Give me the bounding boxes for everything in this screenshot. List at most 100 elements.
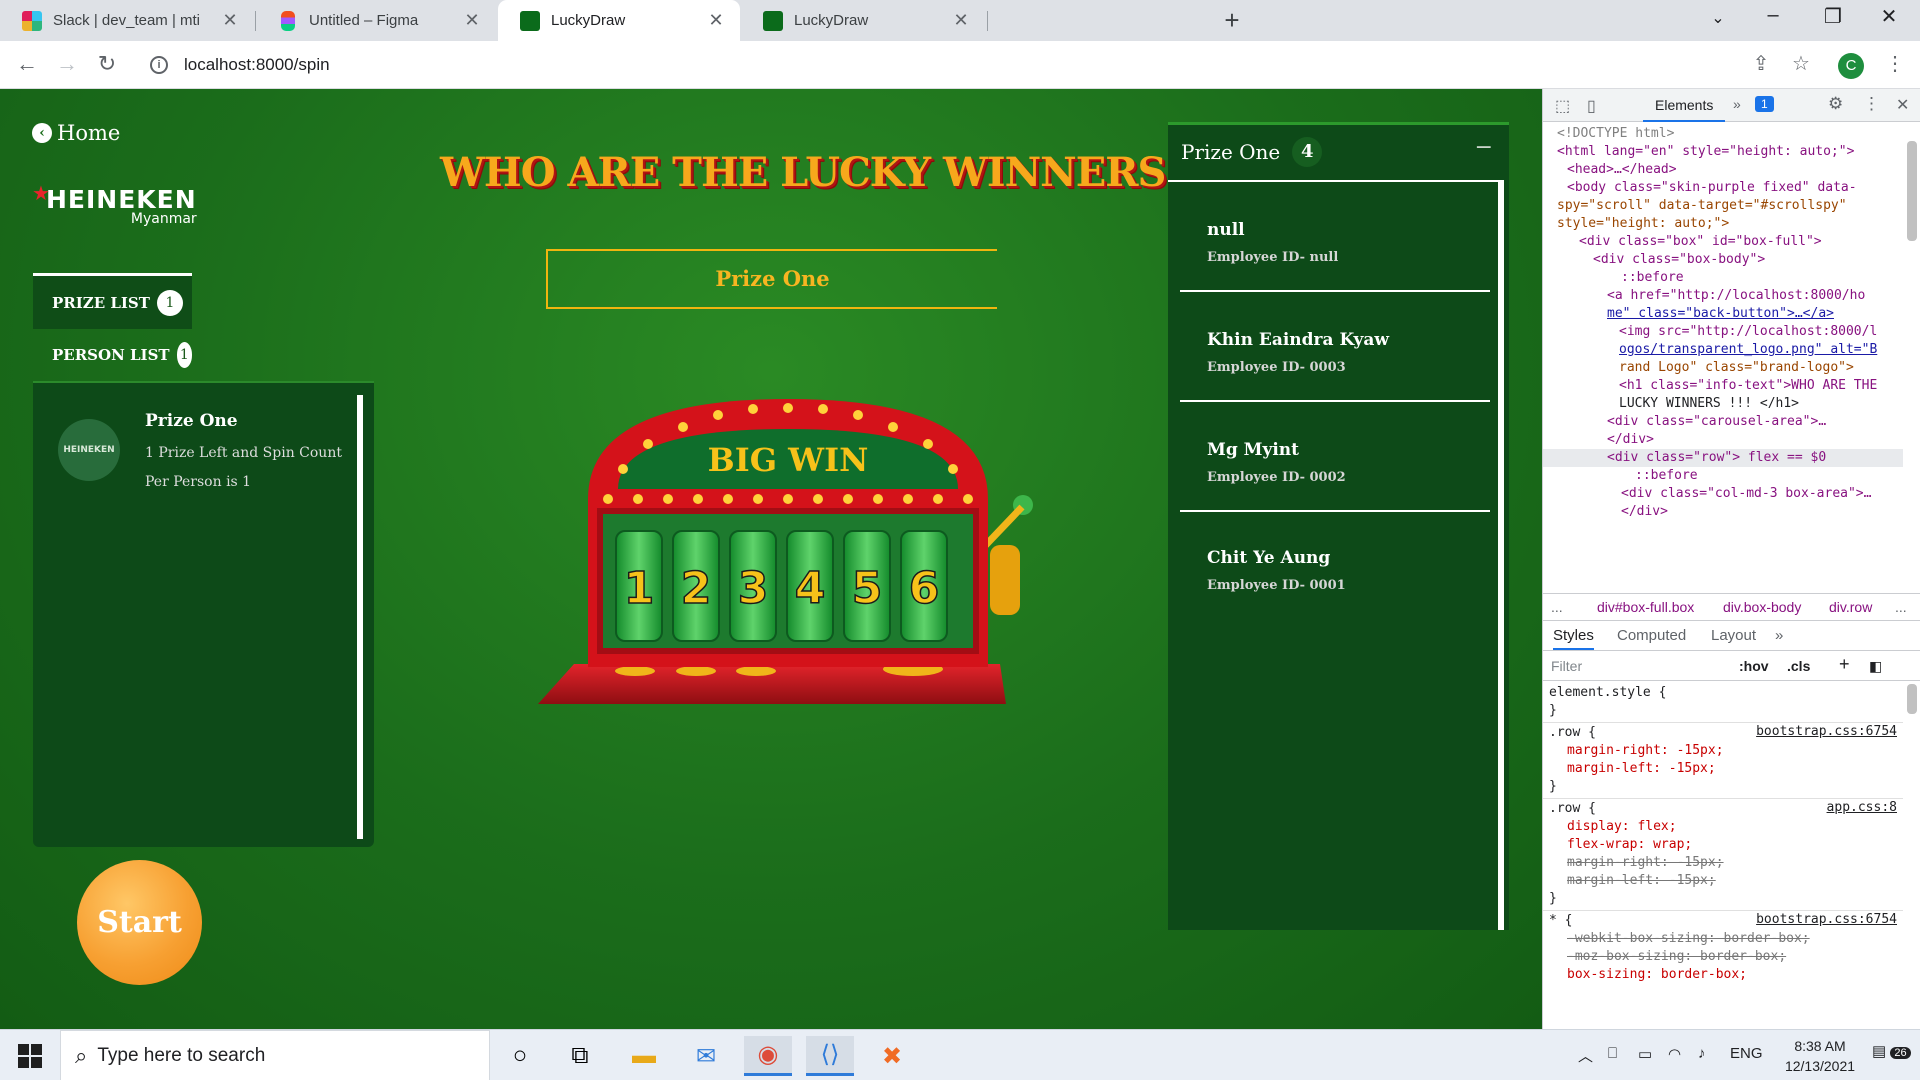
more-menu-icon[interactable]: ⋮	[1880, 49, 1910, 79]
new-tab-button[interactable]: +	[1219, 5, 1245, 36]
css-property-overridden[interactable]: margin-right: -15px;	[1567, 854, 1724, 872]
rule-source[interactable]: bootstrap.css:6754	[1756, 724, 1897, 739]
dom-line[interactable]: </div>	[1621, 503, 1668, 521]
breadcrumb-item[interactable]: ...	[1895, 599, 1907, 615]
tab-computed[interactable]: Computed	[1617, 627, 1686, 644]
breadcrumb-item[interactable]: div.row	[1829, 599, 1872, 615]
tab-search-icon[interactable]: ⌄	[1703, 8, 1733, 28]
dom-line[interactable]: <head>…</head>	[1567, 161, 1677, 179]
more-tabs-icon[interactable]: »	[1775, 627, 1783, 644]
volume-icon[interactable]: ♪	[1698, 1045, 1706, 1062]
task-view-icon[interactable]: ⧉	[556, 1036, 604, 1076]
css-property-overridden[interactable]: margin-left: -15px;	[1567, 872, 1716, 890]
rule-source[interactable]: bootstrap.css:6754	[1756, 912, 1897, 927]
close-tab-icon[interactable]: ✕	[706, 10, 726, 31]
dom-line[interactable]: <img src="http://localhost:8000/l	[1619, 323, 1877, 341]
mail-icon[interactable]: ✉	[682, 1036, 730, 1076]
device-toggle-icon[interactable]: ▯	[1587, 96, 1596, 116]
breadcrumb-item[interactable]: ...	[1551, 599, 1563, 615]
inspect-icon[interactable]: ⬚	[1555, 96, 1570, 116]
taskbar-clock[interactable]: 8:38 AM 12/13/2021	[1770, 1036, 1870, 1076]
xampp-icon[interactable]: ✖	[868, 1036, 916, 1076]
dom-line[interactable]: ::before	[1621, 269, 1684, 287]
css-property[interactable]: flex-wrap: wrap;	[1567, 836, 1692, 854]
close-tab-icon[interactable]: ✕	[951, 10, 971, 31]
home-link[interactable]: ‹ Home	[32, 121, 120, 145]
taskbar-search[interactable]: ⌕ Type here to search	[60, 1030, 490, 1080]
selected-prize-box[interactable]: Prize One	[546, 249, 997, 309]
rule-selector[interactable]: element.style {	[1549, 684, 1666, 702]
file-explorer-icon[interactable]: ▬	[620, 1036, 668, 1076]
window-close-icon[interactable]: ✕	[1874, 4, 1904, 29]
tab-styles[interactable]: Styles	[1553, 627, 1594, 650]
notification-center[interactable]: ▤ 26	[1872, 1042, 1911, 1060]
devtools-close-icon[interactable]: ✕	[1896, 95, 1909, 115]
dom-line[interactable]: <div class="carousel-area">…	[1607, 413, 1826, 431]
dom-line[interactable]: ::before	[1635, 467, 1698, 485]
dom-scrollbar[interactable]	[1907, 141, 1917, 241]
close-tab-icon[interactable]: ✕	[220, 10, 240, 31]
css-property-overridden[interactable]: -webkit-box-sizing: border-box;	[1567, 930, 1810, 948]
rule-selector[interactable]: .row {	[1549, 800, 1596, 818]
rule-source[interactable]: app.css:8	[1827, 800, 1897, 815]
dom-line[interactable]: <h1 class="info-text">WHO ARE THE	[1619, 377, 1877, 395]
dom-line[interactable]: <html lang="en" style="height: auto;">	[1557, 143, 1854, 161]
bookmark-star-icon[interactable]: ☆	[1786, 49, 1816, 79]
dom-line[interactable]: rand Logo" class="brand-logo">	[1619, 359, 1854, 377]
address-url[interactable]: localhost:8000/spin	[184, 55, 330, 75]
network-device-icon[interactable]: ⎕	[1608, 1045, 1617, 1062]
start-button[interactable]: Start	[77, 860, 202, 985]
site-info-icon[interactable]: i	[150, 56, 168, 74]
tab-prize-list[interactable]: PRIZE LIST 1	[33, 273, 192, 329]
rule-selector[interactable]: .row {	[1549, 724, 1596, 742]
css-property-overridden[interactable]: -moz-box-sizing: border-box;	[1567, 948, 1786, 966]
dom-line[interactable]: ogos/transparent_logo.png" alt="B	[1619, 341, 1877, 359]
dom-line[interactable]: me" class="back-button">…</a>	[1607, 305, 1834, 323]
share-icon[interactable]: ⇪	[1746, 49, 1776, 79]
dom-line[interactable]: <div class="col-md-3 box-area">…	[1621, 485, 1871, 503]
dom-line[interactable]: <div class="box-body">	[1593, 251, 1765, 269]
cortana-icon[interactable]: ○	[496, 1036, 544, 1076]
dom-line[interactable]: </div>	[1607, 431, 1654, 449]
vscode-icon[interactable]: ⟨⟩	[806, 1036, 854, 1076]
breadcrumb-item[interactable]: div.box-body	[1723, 599, 1801, 615]
maximize-icon[interactable]: ❐	[1818, 4, 1848, 29]
language-indicator[interactable]: ENG	[1730, 1045, 1763, 1062]
sidebar-toggle-icon[interactable]: ◧	[1869, 658, 1882, 675]
panel-scrollbar[interactable]	[357, 395, 363, 839]
filter-input[interactable]: Filter	[1551, 658, 1582, 674]
dom-line[interactable]: style="height: auto;">	[1557, 215, 1729, 233]
css-property[interactable]: display: flex;	[1567, 818, 1677, 836]
css-property[interactable]: box-sizing: border-box;	[1567, 966, 1747, 984]
breadcrumb-item[interactable]: div#box-full.box	[1597, 599, 1694, 615]
chrome-icon[interactable]: ◉	[744, 1036, 792, 1076]
rule-selector[interactable]: * {	[1549, 912, 1572, 930]
wifi-icon[interactable]: ◠	[1668, 1045, 1681, 1063]
collapse-icon[interactable]: −	[1475, 135, 1493, 160]
more-tabs-icon[interactable]: »	[1733, 96, 1741, 112]
tab-person-list[interactable]: PERSON LIST 1	[33, 329, 192, 381]
dom-line[interactable]: spy="scroll" data-target="#scrollspy"	[1557, 197, 1847, 215]
windows-start-icon[interactable]	[18, 1044, 42, 1068]
tab-slack[interactable]: Slack | dev_team | mti ✕	[0, 0, 254, 41]
dom-line[interactable]: <div class="box" id="box-full">	[1579, 233, 1822, 251]
dom-line[interactable]: LUCKY WINNERS !!! </h1>	[1619, 395, 1799, 413]
reload-icon[interactable]: ↻	[92, 49, 122, 79]
dom-line-selected[interactable]: <div class="row"> flex == $0	[1543, 449, 1903, 467]
css-property[interactable]: margin-left: -15px;	[1567, 760, 1716, 778]
devtools-menu-icon[interactable]: ⋮	[1863, 94, 1880, 114]
tab-figma[interactable]: Untitled – Figma ✕	[256, 0, 496, 41]
tab-elements[interactable]: Elements	[1643, 89, 1726, 122]
battery-icon[interactable]: ▭	[1638, 1045, 1652, 1063]
tab-layout[interactable]: Layout	[1711, 627, 1756, 644]
tab-luckydraw[interactable]: LuckyDraw ✕	[741, 0, 985, 41]
forward-icon[interactable]: →	[52, 49, 82, 79]
dom-line[interactable]: <!DOCTYPE html>	[1557, 125, 1674, 143]
show-hidden-icons[interactable]: ︿	[1578, 1045, 1593, 1066]
css-property[interactable]: margin-right: -15px;	[1567, 742, 1724, 760]
class-toggle[interactable]: .cls	[1787, 658, 1810, 674]
hover-state-toggle[interactable]: :hov	[1739, 658, 1769, 674]
address-bar[interactable]: i localhost:8000/spin	[140, 47, 1760, 83]
dom-line[interactable]: <body class="skin-purple fixed" data-	[1567, 179, 1857, 197]
settings-gear-icon[interactable]: ⚙	[1828, 94, 1843, 114]
